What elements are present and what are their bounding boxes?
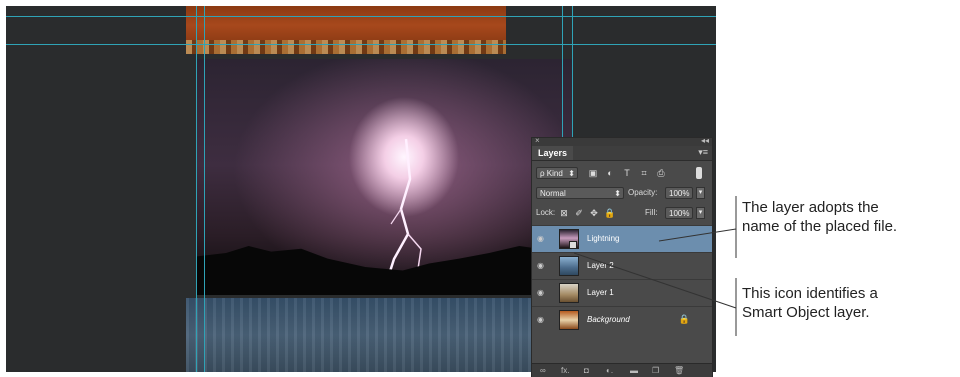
panel-menu-icon[interactable]: ▾≡ bbox=[698, 147, 708, 158]
layer-row-background[interactable]: ◉ Background 🔒 bbox=[532, 306, 712, 333]
banner-image bbox=[186, 6, 506, 54]
tab-layers[interactable]: Layers bbox=[532, 146, 574, 160]
callout-smart-object: This icon identifies a Smart Object laye… bbox=[742, 284, 878, 322]
callout-line: name of the placed file. bbox=[742, 218, 898, 235]
close-icon[interactable]: × bbox=[535, 136, 540, 145]
layer-name[interactable]: Lightning bbox=[587, 234, 619, 243]
filter-toggle[interactable] bbox=[696, 167, 702, 179]
layer-row-layer-2[interactable]: ◉ Layer 2 bbox=[532, 252, 712, 279]
adjustment-filter-icon[interactable]: ◐ bbox=[605, 168, 615, 178]
lock-icon: 🔒 bbox=[678, 314, 690, 324]
link-icon[interactable]: ∞ bbox=[540, 366, 546, 375]
guide-line[interactable] bbox=[196, 6, 197, 372]
smart-object-badge-icon bbox=[569, 241, 577, 249]
lock-transparent-icon[interactable]: ⊠ bbox=[559, 208, 569, 218]
lock-image-icon[interactable]: ✐ bbox=[574, 208, 584, 218]
lock-label: Lock: bbox=[536, 208, 556, 217]
layer-row-layer-1[interactable]: ◉ Layer 1 bbox=[532, 279, 712, 306]
layer-row-lightning[interactable]: ◉ Lightning bbox=[532, 225, 712, 252]
callout-line: The layer adopts the bbox=[742, 199, 879, 216]
callout-layer-name: The layer adopts the name of the placed … bbox=[742, 198, 897, 236]
blend-mode-select[interactable]: Normal ⬍ bbox=[536, 187, 624, 199]
new-layer-icon[interactable]: ❐ bbox=[652, 366, 659, 375]
blend-mode-value: Normal bbox=[540, 189, 566, 198]
guide-line[interactable] bbox=[6, 44, 716, 45]
panel-topbar[interactable]: × ◂◂ bbox=[532, 136, 712, 146]
image-filter-icon[interactable]: ▣ bbox=[588, 168, 598, 178]
guide-line[interactable] bbox=[204, 6, 205, 372]
callout-line: This icon identifies a bbox=[742, 285, 878, 302]
eye-icon[interactable]: ◉ bbox=[537, 262, 547, 270]
layer-name[interactable]: Background bbox=[587, 315, 630, 324]
adjustment-icon[interactable]: ◐. bbox=[606, 366, 613, 375]
chevron-down-icon: ⬍ bbox=[568, 169, 575, 178]
layer-thumbnail bbox=[559, 256, 579, 276]
opacity-stepper[interactable]: ▾ bbox=[696, 187, 705, 199]
collapse-icon[interactable]: ◂◂ bbox=[701, 136, 709, 145]
eye-icon[interactable]: ◉ bbox=[537, 235, 547, 243]
layer-thumbnail bbox=[559, 283, 579, 303]
lightning-photo bbox=[196, 59, 572, 295]
mask-icon[interactable]: ◘ bbox=[584, 366, 589, 375]
trash-icon[interactable]: 🗑 bbox=[674, 366, 684, 375]
filter-row: ρ Kind ⬍ ▣ ◐ T ⌗ ⎙ bbox=[532, 164, 712, 182]
eye-icon[interactable]: ◉ bbox=[537, 289, 547, 297]
layer-name[interactable]: Layer 1 bbox=[587, 288, 614, 297]
lock-all-icon[interactable]: 🔒 bbox=[604, 208, 615, 218]
fx-icon[interactable]: fx. bbox=[561, 366, 569, 375]
eye-icon[interactable]: ◉ bbox=[537, 316, 547, 324]
shape-filter-icon[interactable]: ⌗ bbox=[639, 168, 649, 178]
guide-line[interactable] bbox=[6, 16, 716, 17]
layer-name[interactable]: Layer 2 bbox=[587, 261, 614, 270]
layer-thumbnail bbox=[559, 310, 579, 330]
callout-line: Smart Object layer. bbox=[742, 304, 870, 321]
fill-label: Fill: bbox=[645, 208, 658, 217]
fill-input[interactable]: 100% bbox=[665, 207, 693, 219]
opacity-input[interactable]: 100% bbox=[665, 187, 693, 199]
filter-kind-select[interactable]: ρ Kind ⬍ bbox=[536, 167, 578, 179]
panel-tabbar: Layers ▾≡ bbox=[532, 146, 712, 161]
smart-object-filter-icon[interactable]: ⎙ bbox=[656, 168, 666, 178]
lock-row: Lock: ⊠ ✐ ✥ 🔒 Fill: 100% ▾ bbox=[532, 204, 712, 222]
chevron-down-icon: ⬍ bbox=[614, 189, 621, 198]
filter-kind-value: ρ Kind bbox=[540, 169, 563, 178]
lock-position-icon[interactable]: ✥ bbox=[589, 208, 599, 218]
fill-stepper[interactable]: ▾ bbox=[696, 207, 705, 219]
opacity-label: Opacity: bbox=[628, 188, 658, 197]
blend-row: Normal ⬍ Opacity: 100% ▾ bbox=[532, 184, 712, 202]
layers-panel[interactable]: × ◂◂ Layers ▾≡ ρ Kind ⬍ ▣ ◐ T ⌗ ⎙ Normal… bbox=[531, 136, 713, 377]
type-filter-icon[interactable]: T bbox=[622, 168, 632, 178]
folder-icon[interactable]: ▬ bbox=[630, 366, 638, 375]
